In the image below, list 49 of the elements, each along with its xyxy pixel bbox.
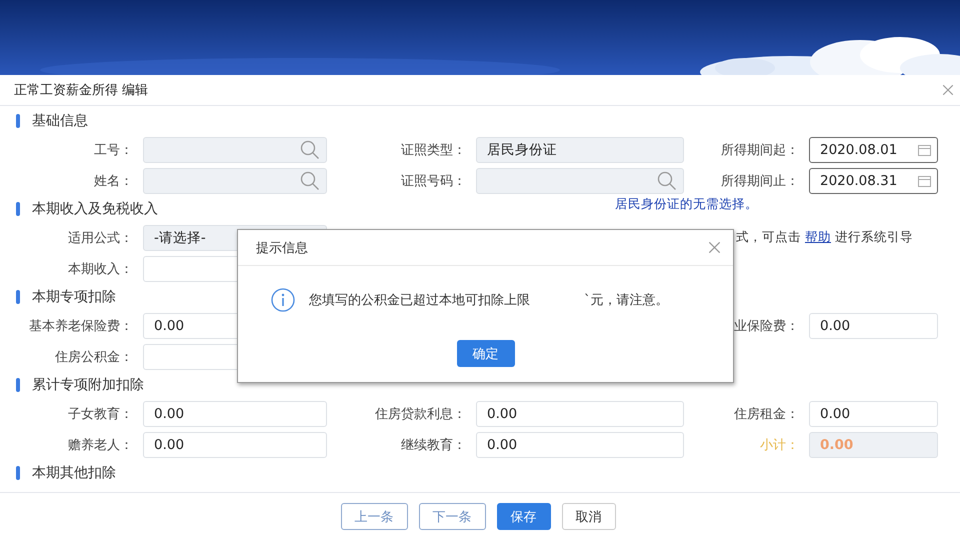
field-label: 证照号码： (401, 172, 467, 190)
field-label: 基本养老保险费： (29, 318, 134, 334)
search-field[interactable] (143, 168, 327, 194)
field-label: 证照类型： (401, 142, 467, 158)
dialog-message: 您填写的公积金已超过本地可扣除上限 (309, 292, 530, 309)
dialog-message: `元，请注意。 (584, 292, 668, 309)
info-icon (271, 288, 295, 312)
section-title: 基础信息 (0, 112, 615, 130)
confirm-button[interactable]: 确定 (456, 340, 514, 367)
search-icon[interactable] (300, 140, 320, 160)
input-field: 0.00 (809, 432, 938, 458)
field-label: 工号： (94, 142, 134, 158)
field-label: 赡养老人： (68, 436, 134, 454)
input-field: 居民身份证 (476, 136, 684, 162)
search-icon[interactable] (300, 170, 320, 190)
field-label: 住房贷款利息： (375, 406, 467, 422)
field-label: 所得期间起： (721, 142, 800, 158)
footer-button[interactable]: 取消 (562, 503, 616, 530)
input-field[interactable]: 0.00 (809, 312, 938, 338)
input-field[interactable]: 0.00 (143, 432, 327, 458)
help-link[interactable]: 帮助 (804, 229, 831, 244)
input-field[interactable]: 0.00 (476, 400, 684, 426)
search-field[interactable] (476, 168, 684, 194)
hint-link[interactable]: 居民身份证的无需选择。 (615, 196, 960, 213)
input-field[interactable]: 0.00 (143, 400, 327, 426)
section-title: 本期其他扣除 (0, 464, 615, 482)
field-label: 住房公积金： (55, 348, 134, 366)
calendar-icon[interactable] (918, 174, 931, 186)
field-label: 本期收入： (68, 260, 134, 278)
field-label: 业保险费： (734, 318, 800, 334)
date-field[interactable]: 2020.08.31 (809, 168, 938, 194)
field-label: 所得期间止： (721, 172, 800, 190)
field-label: 姓名： (94, 172, 134, 190)
save-button[interactable]: 保存 (496, 503, 550, 530)
search-field[interactable] (143, 136, 327, 162)
field-label: 住房租金： (734, 406, 800, 422)
section-title: 本期收入及免税收入 (0, 200, 615, 218)
input-field[interactable]: 0.00 (476, 432, 684, 458)
field-label: 继续教育： (401, 436, 467, 454)
close-icon[interactable] (942, 84, 954, 96)
calendar-icon[interactable] (918, 144, 931, 156)
close-icon[interactable] (708, 241, 721, 254)
field-label: 适用公式： (68, 230, 134, 246)
search-icon[interactable] (657, 170, 677, 190)
field-label: 小计： (760, 436, 800, 454)
date-field[interactable]: 2020.08.01 (809, 136, 938, 162)
field-label: 子女教育： (68, 406, 134, 422)
input-field[interactable]: 0.00 (809, 400, 938, 426)
panel-title: 正常工资薪金所得 编辑 (14, 82, 148, 99)
